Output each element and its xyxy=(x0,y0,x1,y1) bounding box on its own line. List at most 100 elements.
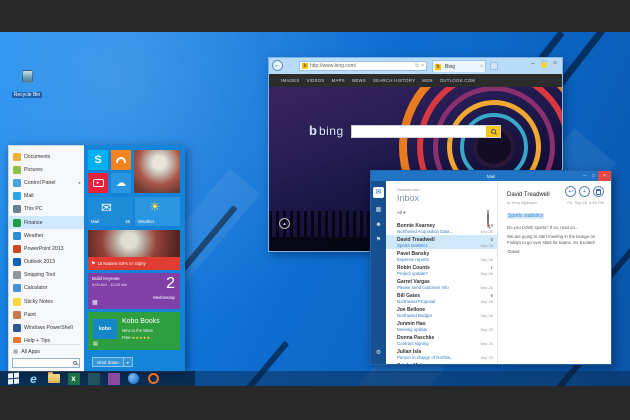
browser-titlebar[interactable]: ← → b ↻ × b Bing × – □ × xyxy=(269,58,562,74)
settings-icon[interactable]: ⚙ xyxy=(376,350,381,356)
tile-onedrive[interactable]: ☁ xyxy=(111,173,131,193)
start-button[interactable] xyxy=(7,372,20,385)
start-menu-item[interactable]: Paint xyxy=(9,308,84,321)
minimize-button[interactable]: – xyxy=(580,171,589,181)
start-search-input[interactable] xyxy=(15,360,73,366)
mail-list-item[interactable]: Junmin Hao Meeting update Sep 25 xyxy=(386,319,498,333)
people-icon[interactable]: ☻ xyxy=(375,222,381,228)
store-icon xyxy=(108,373,120,385)
back-button[interactable]: ← xyxy=(272,60,283,71)
calendar-day: 2 xyxy=(166,275,175,293)
tile-skype[interactable]: S xyxy=(88,150,108,170)
delete-button[interactable] xyxy=(593,186,604,197)
start-menu-item[interactable]: Calculator xyxy=(9,282,84,295)
tile-sports-news[interactable]: ⚑ 18 Nations GIFs on Giphy xyxy=(88,230,180,270)
new-tab-button[interactable] xyxy=(490,62,498,70)
taskbar-icon-file-explorer[interactable] xyxy=(47,372,60,385)
all-apps-button[interactable]: ▦ All Apps xyxy=(9,346,83,357)
start-menu-item[interactable]: Mail xyxy=(9,190,84,203)
help-tips-icon xyxy=(148,373,159,384)
gear-icon[interactable]: ⚙ xyxy=(551,61,556,68)
taskbar-icon-store[interactable] xyxy=(107,372,120,385)
mail-list-item[interactable]: Garret Vargas Please send customer info … xyxy=(386,277,498,291)
start-menu-item[interactable]: Documents xyxy=(9,150,84,163)
bing-nav-item[interactable]: VIDEOS xyxy=(307,78,325,83)
mail-list-item[interactable]: Bill Gates 6 Northwind Proposal Sep 26 xyxy=(386,291,498,305)
mail-app-icon[interactable]: ✉ xyxy=(373,187,384,198)
all-apps-icon: ▦ xyxy=(13,349,18,355)
mail-list-item[interactable]: David Treadwell 6 Sports statistics Sep … xyxy=(386,235,498,249)
bing-nav-item[interactable]: IMAGES xyxy=(281,78,300,83)
forward-button[interactable]: → xyxy=(286,62,293,69)
mail-list-item[interactable]: Julian Isla Person in charge of Northw..… xyxy=(386,347,498,361)
tile-video[interactable]: ▸ xyxy=(88,173,108,193)
mail-list-item[interactable]: Robin Counts 1 Project update? Sep 26 xyxy=(386,263,498,277)
start-menu-item-label: Windows PowerShell xyxy=(24,325,81,331)
mail-list-item[interactable]: Bonnie Kearney ⚑6 Northwind Acquisition … xyxy=(386,221,498,235)
start-menu-item[interactable]: Weather xyxy=(9,229,84,242)
mail-titlebar[interactable]: Mail – □ × xyxy=(371,171,611,181)
bing-nav-item[interactable]: NEWS xyxy=(352,78,366,83)
taskbar-icon-excel[interactable]: x xyxy=(67,372,80,385)
close-button[interactable]: × xyxy=(598,171,611,181)
filter-dropdown[interactable]: All ▾ xyxy=(397,210,406,216)
unread-count: 6 xyxy=(491,223,493,228)
mail-sidebar: ✉ ▦ ☻ ⚑ ⚙ xyxy=(371,181,386,364)
taskbar-icon-photos[interactable] xyxy=(87,372,100,385)
subject-line: Expense reports xyxy=(397,257,429,262)
bing-search-input[interactable] xyxy=(352,126,486,137)
tile-mail[interactable]: ✉ Mail 46 xyxy=(88,197,133,226)
taskbar-icon-help-tips[interactable] xyxy=(147,372,160,385)
start-menu-item[interactable]: Sticky Notes xyxy=(9,295,84,308)
tile-music[interactable] xyxy=(111,150,131,170)
bing-nav-bar: IMAGES VIDEOS MAPS NEWS SEARCH HISTORY MSN OUT… xyxy=(269,74,562,87)
sender-name: Julian Isla xyxy=(397,349,421,355)
address-bar[interactable]: b ↻ × xyxy=(299,61,427,71)
bing-nav-item[interactable]: SEARCH HISTORY xyxy=(373,78,415,83)
maximize-button[interactable]: □ xyxy=(589,171,598,181)
taskbar-icon-blue-app[interactable] xyxy=(127,372,140,385)
start-menu-item[interactable]: Finance xyxy=(9,216,84,229)
tile-calendar[interactable]: Build Keynote 9:00 AM - 11:00 AM 2 Wedne… xyxy=(88,273,180,309)
shut-down-button[interactable]: Shut down xyxy=(92,357,124,367)
shut-down-options-chevron[interactable]: ▾ xyxy=(124,357,133,367)
refresh-icon[interactable]: ↻ xyxy=(415,63,419,69)
tab-close-icon[interactable]: × xyxy=(480,64,483,70)
bing-nav-item[interactable]: MSN xyxy=(422,78,432,83)
feedback-smiley-icon[interactable] xyxy=(541,62,547,68)
taskbar: e x xyxy=(0,371,630,386)
taskbar-icon-internet-explorer[interactable]: e xyxy=(27,372,40,385)
minimize-button[interactable]: – xyxy=(528,60,538,67)
start-menu-item[interactable]: Outlook 2013 xyxy=(9,256,84,269)
reply-button[interactable]: ↩ xyxy=(565,186,576,197)
bing-search-button[interactable] xyxy=(486,126,500,137)
scene-up-button[interactable]: ▴ xyxy=(279,218,290,229)
item-badges: 6 xyxy=(491,293,493,298)
mail-list-item[interactable]: Donna Paschke Contract signing Sep 25 xyxy=(386,333,498,347)
mail-list-item[interactable]: Zrinka Makovac xyxy=(386,361,498,364)
mail-list-item[interactable]: Pavel Bansky Expense reports Sep 26 xyxy=(386,249,498,263)
bing-nav-item[interactable]: MAPS xyxy=(332,78,345,83)
browser-tab[interactable]: b Bing × xyxy=(432,60,486,72)
stop-icon[interactable]: × xyxy=(421,63,424,69)
item-badges: 6 xyxy=(491,237,493,242)
tile-weather[interactable]: ☀ Weather xyxy=(135,197,180,226)
start-menu-item[interactable]: Pictures xyxy=(9,163,84,176)
mail-list-item[interactable]: Joe Bellone Northwind Budget Sep 26 xyxy=(386,305,498,319)
flag-icon[interactable]: ⚑ xyxy=(376,237,381,243)
start-menu-item[interactable]: Snipping Tool xyxy=(9,269,84,282)
start-search-box[interactable] xyxy=(12,358,80,368)
start-menu-item[interactable]: PowerPoint 2013 xyxy=(9,242,84,255)
start-menu-item[interactable]: Windows PowerShell xyxy=(9,321,84,334)
url-input[interactable] xyxy=(310,63,413,69)
start-menu-item[interactable]: Control Panel ▸ xyxy=(9,176,84,189)
tile-kobo-books[interactable]: kobo Kobo Books New to the West Free★★★★… xyxy=(88,312,180,350)
excel-icon: x xyxy=(68,373,80,385)
tile-photos[interactable] xyxy=(134,150,180,193)
start-menu-item[interactable]: This PC xyxy=(9,203,84,216)
calendar-icon[interactable]: ▦ xyxy=(376,207,382,213)
recycle-bin[interactable]: Recycle Bin xyxy=(8,70,46,101)
bing-search-box[interactable] xyxy=(351,125,501,138)
new-mail-button[interactable]: + xyxy=(579,186,590,197)
bing-nav-item[interactable]: OUTLOOK.COM xyxy=(440,78,476,83)
